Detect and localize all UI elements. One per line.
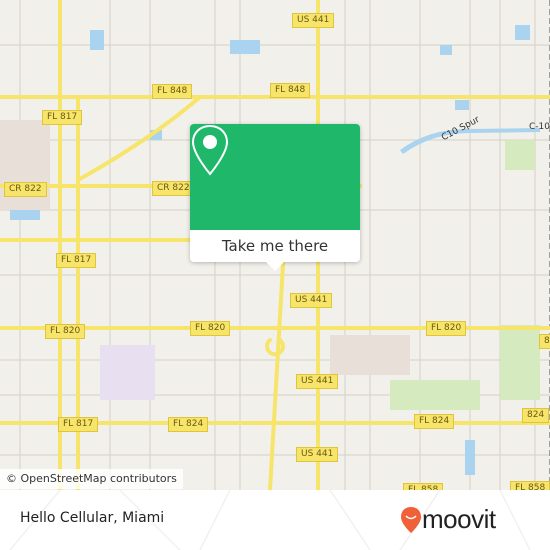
- map[interactable]: US 441 FL 848 FL 848 FL 817 CR 822 CR 82…: [0, 0, 550, 498]
- road-label: US 441: [296, 447, 339, 462]
- road-label: FL 848: [152, 84, 193, 99]
- place-name: Hello Cellular, Miami: [20, 510, 165, 526]
- map-attribution[interactable]: © OpenStreetMap contributors: [0, 469, 183, 489]
- map-pin-icon: [191, 124, 229, 176]
- footer: Hello Cellular, Miami moovit: [0, 490, 550, 550]
- road-label: FL 817: [58, 417, 99, 432]
- road-label: FL 848: [270, 83, 311, 98]
- road-label: FL 820: [426, 321, 467, 336]
- moovit-logo[interactable]: moovit: [400, 504, 496, 535]
- logo-text: moovit: [422, 504, 496, 534]
- road-label: 82: [539, 334, 550, 349]
- road-label: FL 817: [42, 110, 83, 125]
- road-label: FL 817: [56, 253, 97, 268]
- road-label: US 441: [290, 293, 333, 308]
- road-label: FL 820: [190, 321, 231, 336]
- road-label: US 441: [292, 13, 335, 28]
- moovit-pin-icon: [401, 506, 421, 533]
- road-label: 824: [522, 408, 550, 423]
- location-popup: Take me there: [190, 124, 360, 271]
- road-label: FL 820: [45, 324, 86, 339]
- popup-pointer: [266, 262, 284, 271]
- road-label: FL 824: [168, 417, 209, 432]
- popup-header: [190, 124, 360, 230]
- road-label: CR 822: [4, 182, 47, 197]
- take-me-there-button[interactable]: Take me there: [190, 230, 360, 262]
- water-label: C-10 S: [529, 122, 550, 132]
- road-label: FL 824: [414, 414, 455, 429]
- road-label: CR 822: [152, 181, 195, 196]
- road-label: US 441: [296, 374, 339, 389]
